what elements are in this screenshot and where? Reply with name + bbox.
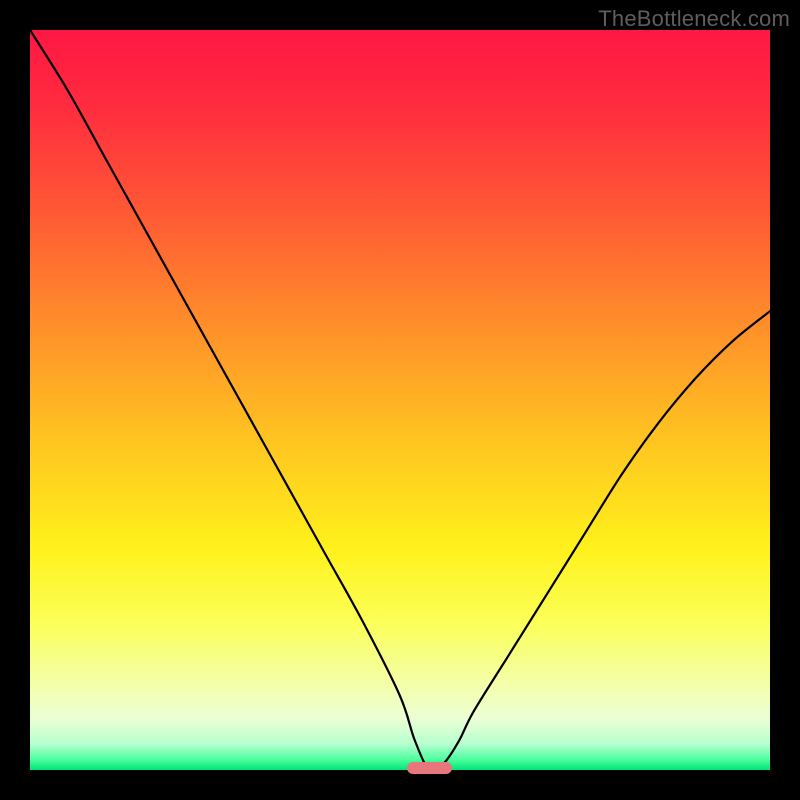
optimum-marker [407,762,451,774]
chart-frame: TheBottleneck.com [0,0,800,800]
bottleneck-curve [30,30,770,770]
watermark-text: TheBottleneck.com [598,6,790,32]
